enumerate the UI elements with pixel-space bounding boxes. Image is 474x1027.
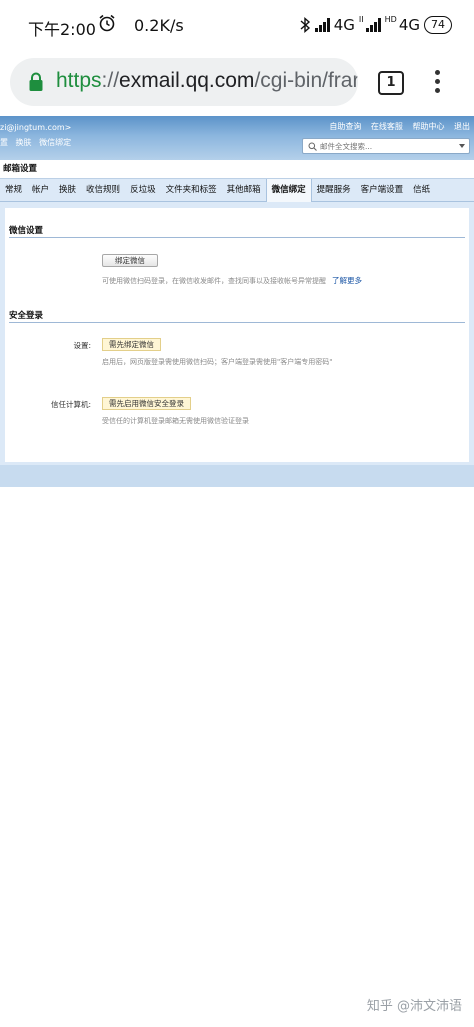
page-title: 邮箱设置 xyxy=(0,160,474,178)
mail-search-input[interactable] xyxy=(320,141,450,152)
wechat-hint: 可使用微信扫码登录，在微信收发邮件，查找同事以及接收帐号异常提醒 了解更多 xyxy=(102,275,362,286)
settings-tabs: 常规 帐户 换肤 收信规则 反垃圾 文件夹和标签 其他邮箱 微信绑定 提醒服务 … xyxy=(0,178,474,202)
signal-icon xyxy=(314,18,330,32)
header-link-wechat[interactable]: 微信绑定 xyxy=(39,138,71,147)
user-email: zi@jingtum.com> xyxy=(0,123,72,132)
wechat-hint-text: 可使用微信扫码登录，在微信收发邮件，查找同事以及接收帐号异常提醒 xyxy=(102,277,326,285)
learn-more-link[interactable]: 了解更多 xyxy=(332,276,362,285)
settings-panel: 微信设置 绑定微信 可使用微信扫码登录，在微信收发邮件，查找同事以及接收帐号异常… xyxy=(5,208,469,462)
settings-content: 微信设置 绑定微信 可使用微信扫码登录，在微信收发邮件，查找同事以及接收帐号异常… xyxy=(0,202,474,487)
trusted-computer-label: 信任计算机: xyxy=(50,400,91,409)
header-link-settings[interactable]: 置 xyxy=(0,138,8,147)
require-enable-secure-login-button[interactable]: 需先启用微信安全登录 xyxy=(102,397,191,410)
tab-client-settings[interactable]: 客户端设置 xyxy=(356,179,409,201)
watermark-text: 知乎 @沛文沛语 xyxy=(366,999,462,1014)
status-right: 4G II HD 4G 74 xyxy=(299,14,452,36)
status-time: 下午2:00 xyxy=(28,20,96,39)
header-link-online-service[interactable]: 在线客服 xyxy=(371,122,403,131)
alarm-icon xyxy=(99,14,115,32)
bluetooth-icon xyxy=(300,16,310,34)
section-divider xyxy=(9,322,465,323)
header-left-links: 置 换肤 微信绑定 xyxy=(0,137,76,148)
setting-hint: 启用后，网页版登录需使用微信扫码；客户端登录需使用"客户端专用密码" xyxy=(102,358,333,366)
url-host: exmail.qq.com xyxy=(119,69,255,92)
tab-filter-rules[interactable]: 收信规则 xyxy=(81,179,125,201)
search-icon[interactable] xyxy=(308,142,317,151)
battery-icon: 74 xyxy=(424,16,452,34)
header-link-help[interactable]: 帮助中心 xyxy=(412,122,444,131)
lock-icon xyxy=(29,72,43,91)
signal-icon-2 xyxy=(365,18,381,32)
trusted-computer-hint: 受信任的计算机登录邮箱无需使用微信验证登录 xyxy=(102,417,249,425)
mail-header: zi@jingtum.com> 置 换肤 微信绑定 自助查询 在线客服 帮助中心… xyxy=(0,116,474,160)
bind-wechat-button[interactable]: 绑定微信 xyxy=(102,254,158,267)
section-divider xyxy=(9,237,465,238)
wechat-section-title: 微信设置 xyxy=(9,226,44,236)
more-menu-icon[interactable] xyxy=(432,70,442,98)
tab-other-mailboxes[interactable]: 其他邮箱 xyxy=(222,179,266,201)
tab-switcher-button[interactable]: 1 xyxy=(378,71,404,95)
browser-toolbar: https://exmail.qq.com/cgi-bin/frar 1 xyxy=(0,50,474,116)
header-link-self-query[interactable]: 自助查询 xyxy=(329,122,361,131)
security-section-title: 安全登录 xyxy=(9,311,44,321)
tab-stationery[interactable]: 信纸 xyxy=(408,179,435,201)
network-sub-label: II xyxy=(358,14,364,24)
setting-label: 设置: xyxy=(73,341,91,350)
header-right-links: 自助查询 在线客服 帮助中心 退出 xyxy=(322,121,470,132)
status-bar: 下午2:00 0.2K/s 4G II HD 4G 74 xyxy=(0,0,474,50)
search-dropdown-icon[interactable] xyxy=(459,144,465,148)
url-text: https://exmail.qq.com/cgi-bin/frar xyxy=(56,69,358,93)
tab-general[interactable]: 常规 xyxy=(0,179,27,201)
hd-label: HD xyxy=(384,14,397,24)
network-type-2: 4G xyxy=(398,16,420,34)
address-bar[interactable]: https://exmail.qq.com/cgi-bin/frar xyxy=(10,58,358,106)
tab-wechat-binding[interactable]: 微信绑定 xyxy=(265,179,312,202)
header-link-skin[interactable]: 换肤 xyxy=(16,138,32,147)
require-bind-wechat-button[interactable]: 需先绑定微信 xyxy=(102,338,161,351)
tab-anti-spam[interactable]: 反垃圾 xyxy=(125,179,161,201)
url-separator: :// xyxy=(101,69,120,92)
tab-folders-labels[interactable]: 文件夹和标签 xyxy=(161,179,222,201)
network-type-1: 4G xyxy=(333,16,355,34)
tab-skin[interactable]: 换肤 xyxy=(54,179,81,201)
tab-notifications[interactable]: 提醒服务 xyxy=(312,179,356,201)
url-path: /cgi-bin/frar xyxy=(254,69,358,92)
network-speed: 0.2K/s xyxy=(134,16,184,35)
tab-account[interactable]: 帐户 xyxy=(27,179,54,201)
mail-search-box[interactable] xyxy=(302,138,470,154)
url-scheme: https xyxy=(56,69,102,92)
header-link-logout[interactable]: 退出 xyxy=(454,122,470,131)
footer-strip xyxy=(0,465,474,487)
